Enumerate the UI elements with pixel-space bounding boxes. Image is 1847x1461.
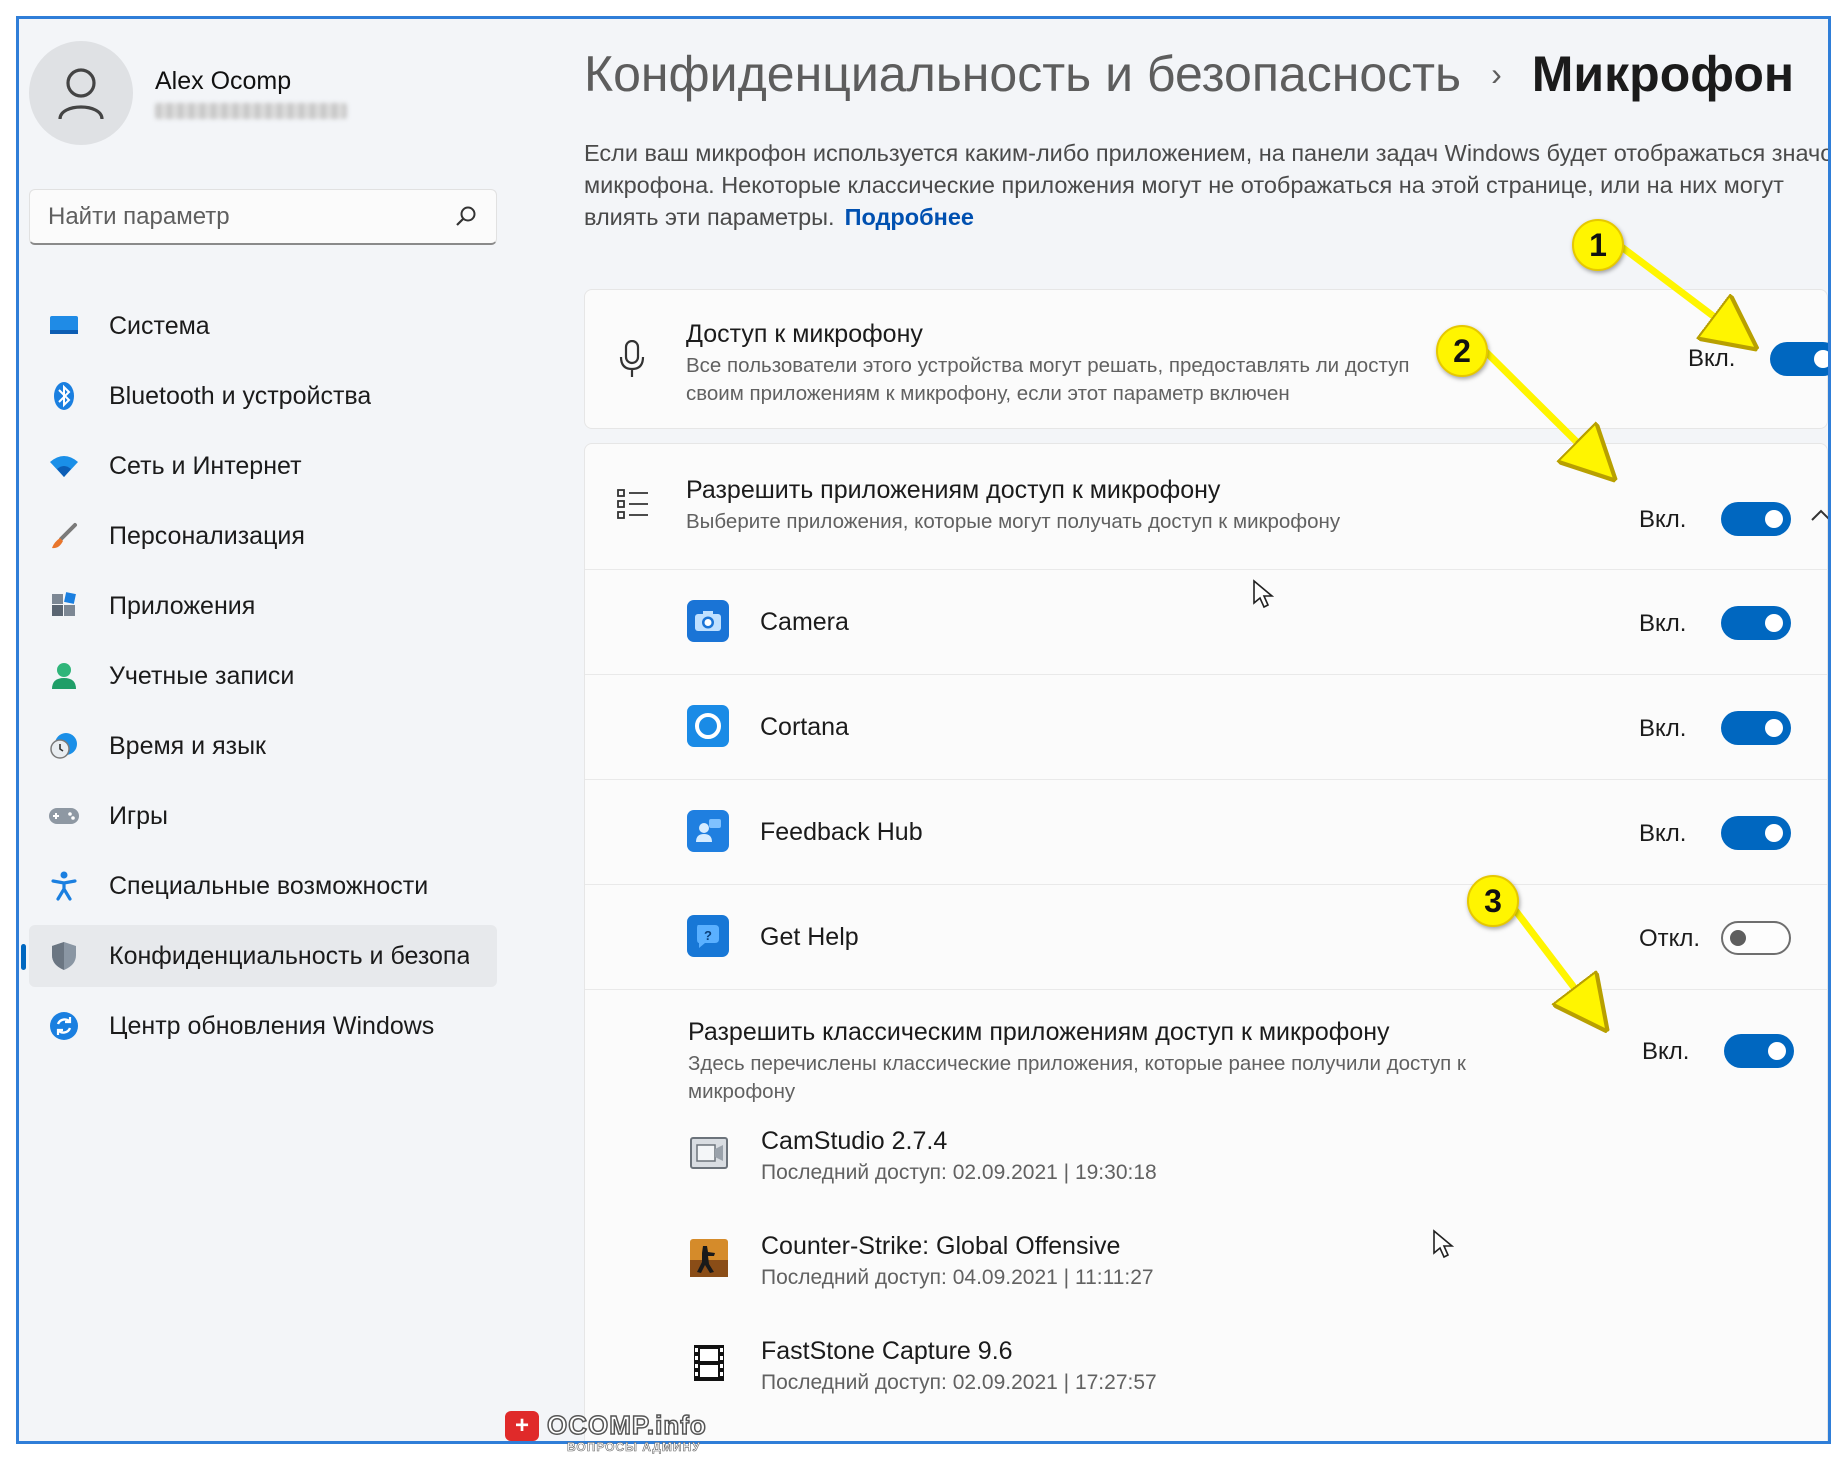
annotation-arrows [1480, 242, 1831, 1444]
watermark-logo-icon: + [505, 1410, 539, 1441]
annotation-arrow [1616, 242, 1741, 337]
annotation-arrow [1506, 899, 1595, 1015]
annotation-arrow [1480, 346, 1601, 466]
watermark-brand: OCOMP.info [546, 1409, 707, 1441]
annotation-badge-1: 1 [1572, 219, 1624, 271]
watermark-tagline: ВОПРОСЫ АДМИНУ [567, 1440, 701, 1455]
settings-window: Alex Ocomp Система Bluetooth и устройств… [16, 16, 1831, 1444]
watermark: + OCOMP.info ВОПРОСЫ АДМИНУ [505, 1409, 707, 1454]
annotation-badge-3: 3 [1467, 875, 1519, 927]
annotation-badge-2: 2 [1436, 325, 1488, 377]
